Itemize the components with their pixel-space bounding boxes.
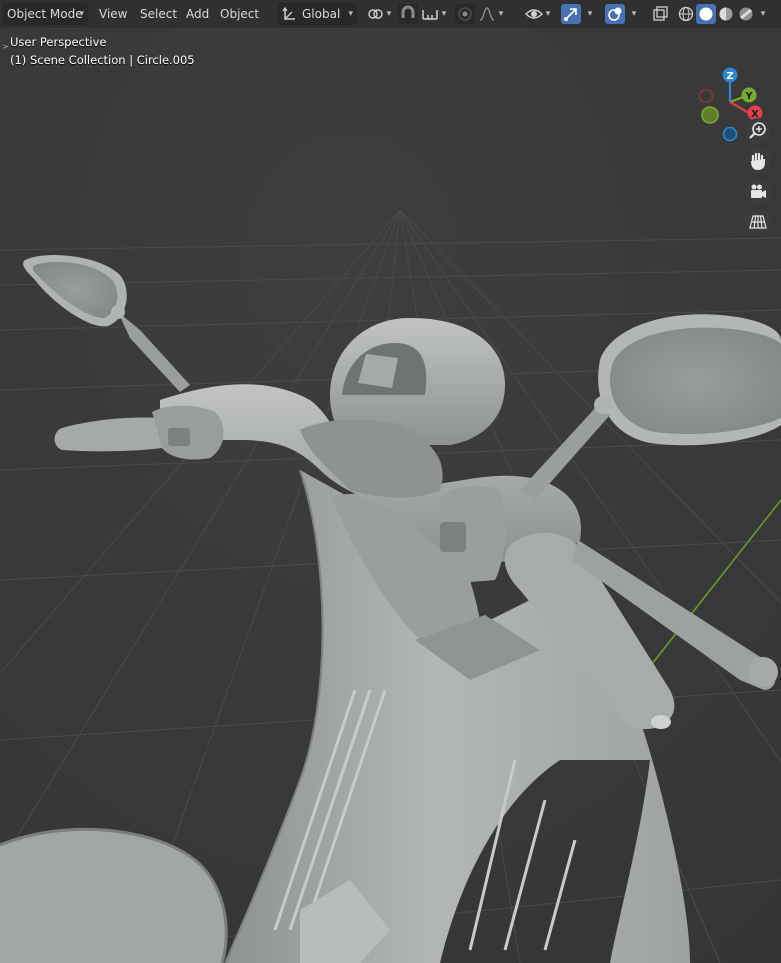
pivot-point-icon[interactable] xyxy=(365,4,385,24)
viewport-header: Object Mode ▾ View Select Add Object Glo… xyxy=(0,0,781,28)
chevron-down-icon: ▾ xyxy=(79,9,84,19)
menu-add[interactable]: Add xyxy=(184,3,211,25)
chevron-right-icon[interactable]: > xyxy=(2,42,9,51)
chevron-down-icon[interactable]: ▾ xyxy=(758,4,768,24)
visibility-eye-icon[interactable] xyxy=(524,4,544,24)
orientation-label: Global xyxy=(302,7,341,21)
blender-3d-viewport-app: Object Mode ▾ View Select Add Object Glo… xyxy=(0,0,781,963)
chevron-down-icon[interactable]: ▾ xyxy=(585,4,595,24)
menu-select[interactable]: Select xyxy=(138,3,179,25)
mode-label: Object Mode xyxy=(7,7,83,21)
chevron-down-icon[interactable]: ▾ xyxy=(384,4,394,24)
chevron-down-icon[interactable]: ▾ xyxy=(629,4,639,24)
falloff-curve-icon[interactable] xyxy=(477,4,497,24)
neg-y-handle xyxy=(701,106,719,124)
snap-magnet-icon[interactable] xyxy=(398,4,418,24)
view-name-label: User Perspective xyxy=(10,35,107,49)
solid-shading-icon[interactable] xyxy=(696,4,716,24)
3d-viewport[interactable]: User Perspective (1) Scene Collection | … xyxy=(0,28,781,963)
snap-increment-icon[interactable] xyxy=(420,4,440,24)
chevron-down-icon: ▾ xyxy=(348,9,353,19)
mode-dropdown[interactable]: Object Mode ▾ xyxy=(2,3,88,25)
menu-object[interactable]: Object xyxy=(218,3,261,25)
orientation-dropdown[interactable]: Global ▾ xyxy=(278,3,357,25)
orientation-axes-icon xyxy=(282,6,295,20)
zoom-icon[interactable] xyxy=(745,118,771,144)
material-preview-icon[interactable] xyxy=(716,4,736,24)
neg-x-handle xyxy=(698,88,714,104)
neg-z-handle xyxy=(722,126,738,142)
overlays-icon[interactable] xyxy=(605,4,625,24)
gizmo-toggle-icon[interactable] xyxy=(561,4,581,24)
wireframe-shading-icon[interactable] xyxy=(676,4,696,24)
grid-icon[interactable] xyxy=(745,209,771,235)
y-axis-label: Y xyxy=(744,91,753,102)
chevron-down-icon[interactable]: ▾ xyxy=(496,4,506,24)
hand-icon[interactable] xyxy=(745,148,771,174)
proportional-editing-icon[interactable] xyxy=(455,4,475,24)
xray-toggle-icon[interactable] xyxy=(650,4,670,24)
menu-view[interactable]: View xyxy=(97,3,129,25)
camera-icon[interactable] xyxy=(745,179,771,205)
z-axis-label: Z xyxy=(726,71,733,82)
rendered-shading-icon[interactable] xyxy=(736,4,756,24)
chevron-down-icon[interactable]: ▾ xyxy=(439,4,449,24)
chevron-down-icon[interactable]: ▾ xyxy=(543,4,553,24)
scene-render xyxy=(0,28,781,963)
collection-info-label: (1) Scene Collection | Circle.005 xyxy=(10,53,195,67)
